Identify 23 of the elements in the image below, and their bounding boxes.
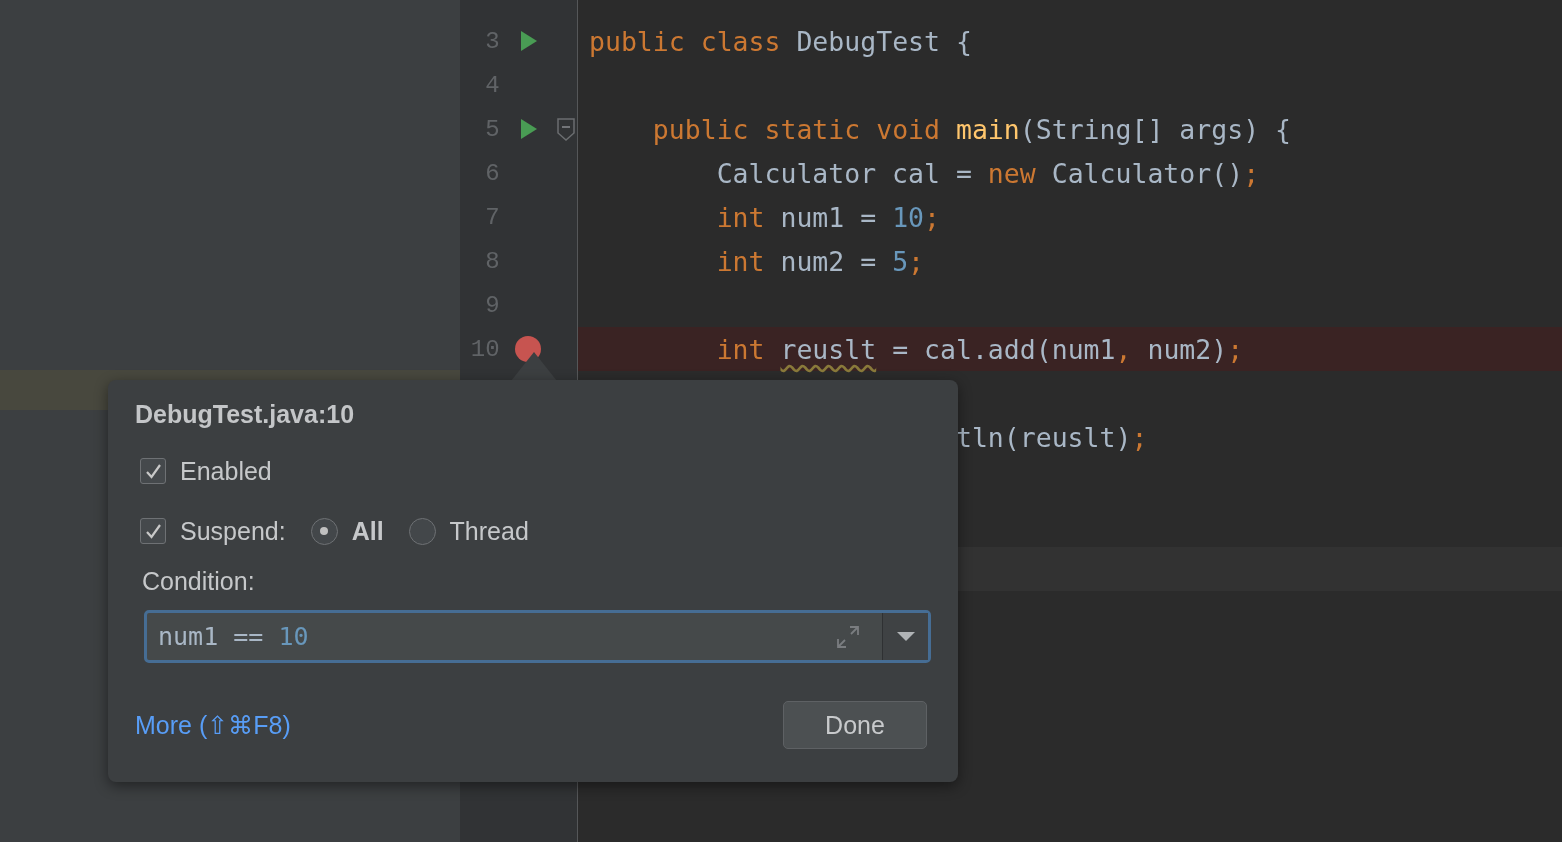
checkbox-label: Enabled — [180, 456, 272, 486]
code-line: Calculator cal = new Calculator(); — [716, 157, 1260, 189]
caret-icon — [896, 632, 915, 641]
checkbox[interactable] — [140, 518, 166, 544]
code-line: public class DebugTest { — [589, 25, 972, 57]
expand-icon — [836, 624, 860, 649]
code-line: public static void main(String[] args) { — [652, 113, 1291, 145]
radio-button[interactable] — [408, 517, 436, 545]
checkbox[interactable] — [140, 458, 166, 484]
radio-label: Thread — [449, 516, 529, 546]
more-link[interactable]: More (⇧⌘F8) — [135, 710, 291, 740]
code-line: tln(reuslt); — [955, 421, 1148, 453]
code-line: int num2 = 5; — [716, 245, 925, 277]
done-button[interactable]: Done — [783, 701, 927, 749]
popup-title: DebugTest.java:10 — [135, 400, 356, 429]
condition-field[interactable]: num1 == 10 — [147, 622, 836, 651]
code-line: int num1 = 10; — [716, 201, 941, 233]
dropdown-button[interactable] — [882, 613, 928, 660]
checkbox-label: Suspend: — [180, 516, 286, 546]
radio-button[interactable] — [310, 517, 338, 545]
condition-label: Condition: — [141, 567, 256, 596]
code-line: int reuslt = cal.add(num1, num2); — [716, 333, 1244, 365]
radio-label: All — [351, 516, 384, 546]
